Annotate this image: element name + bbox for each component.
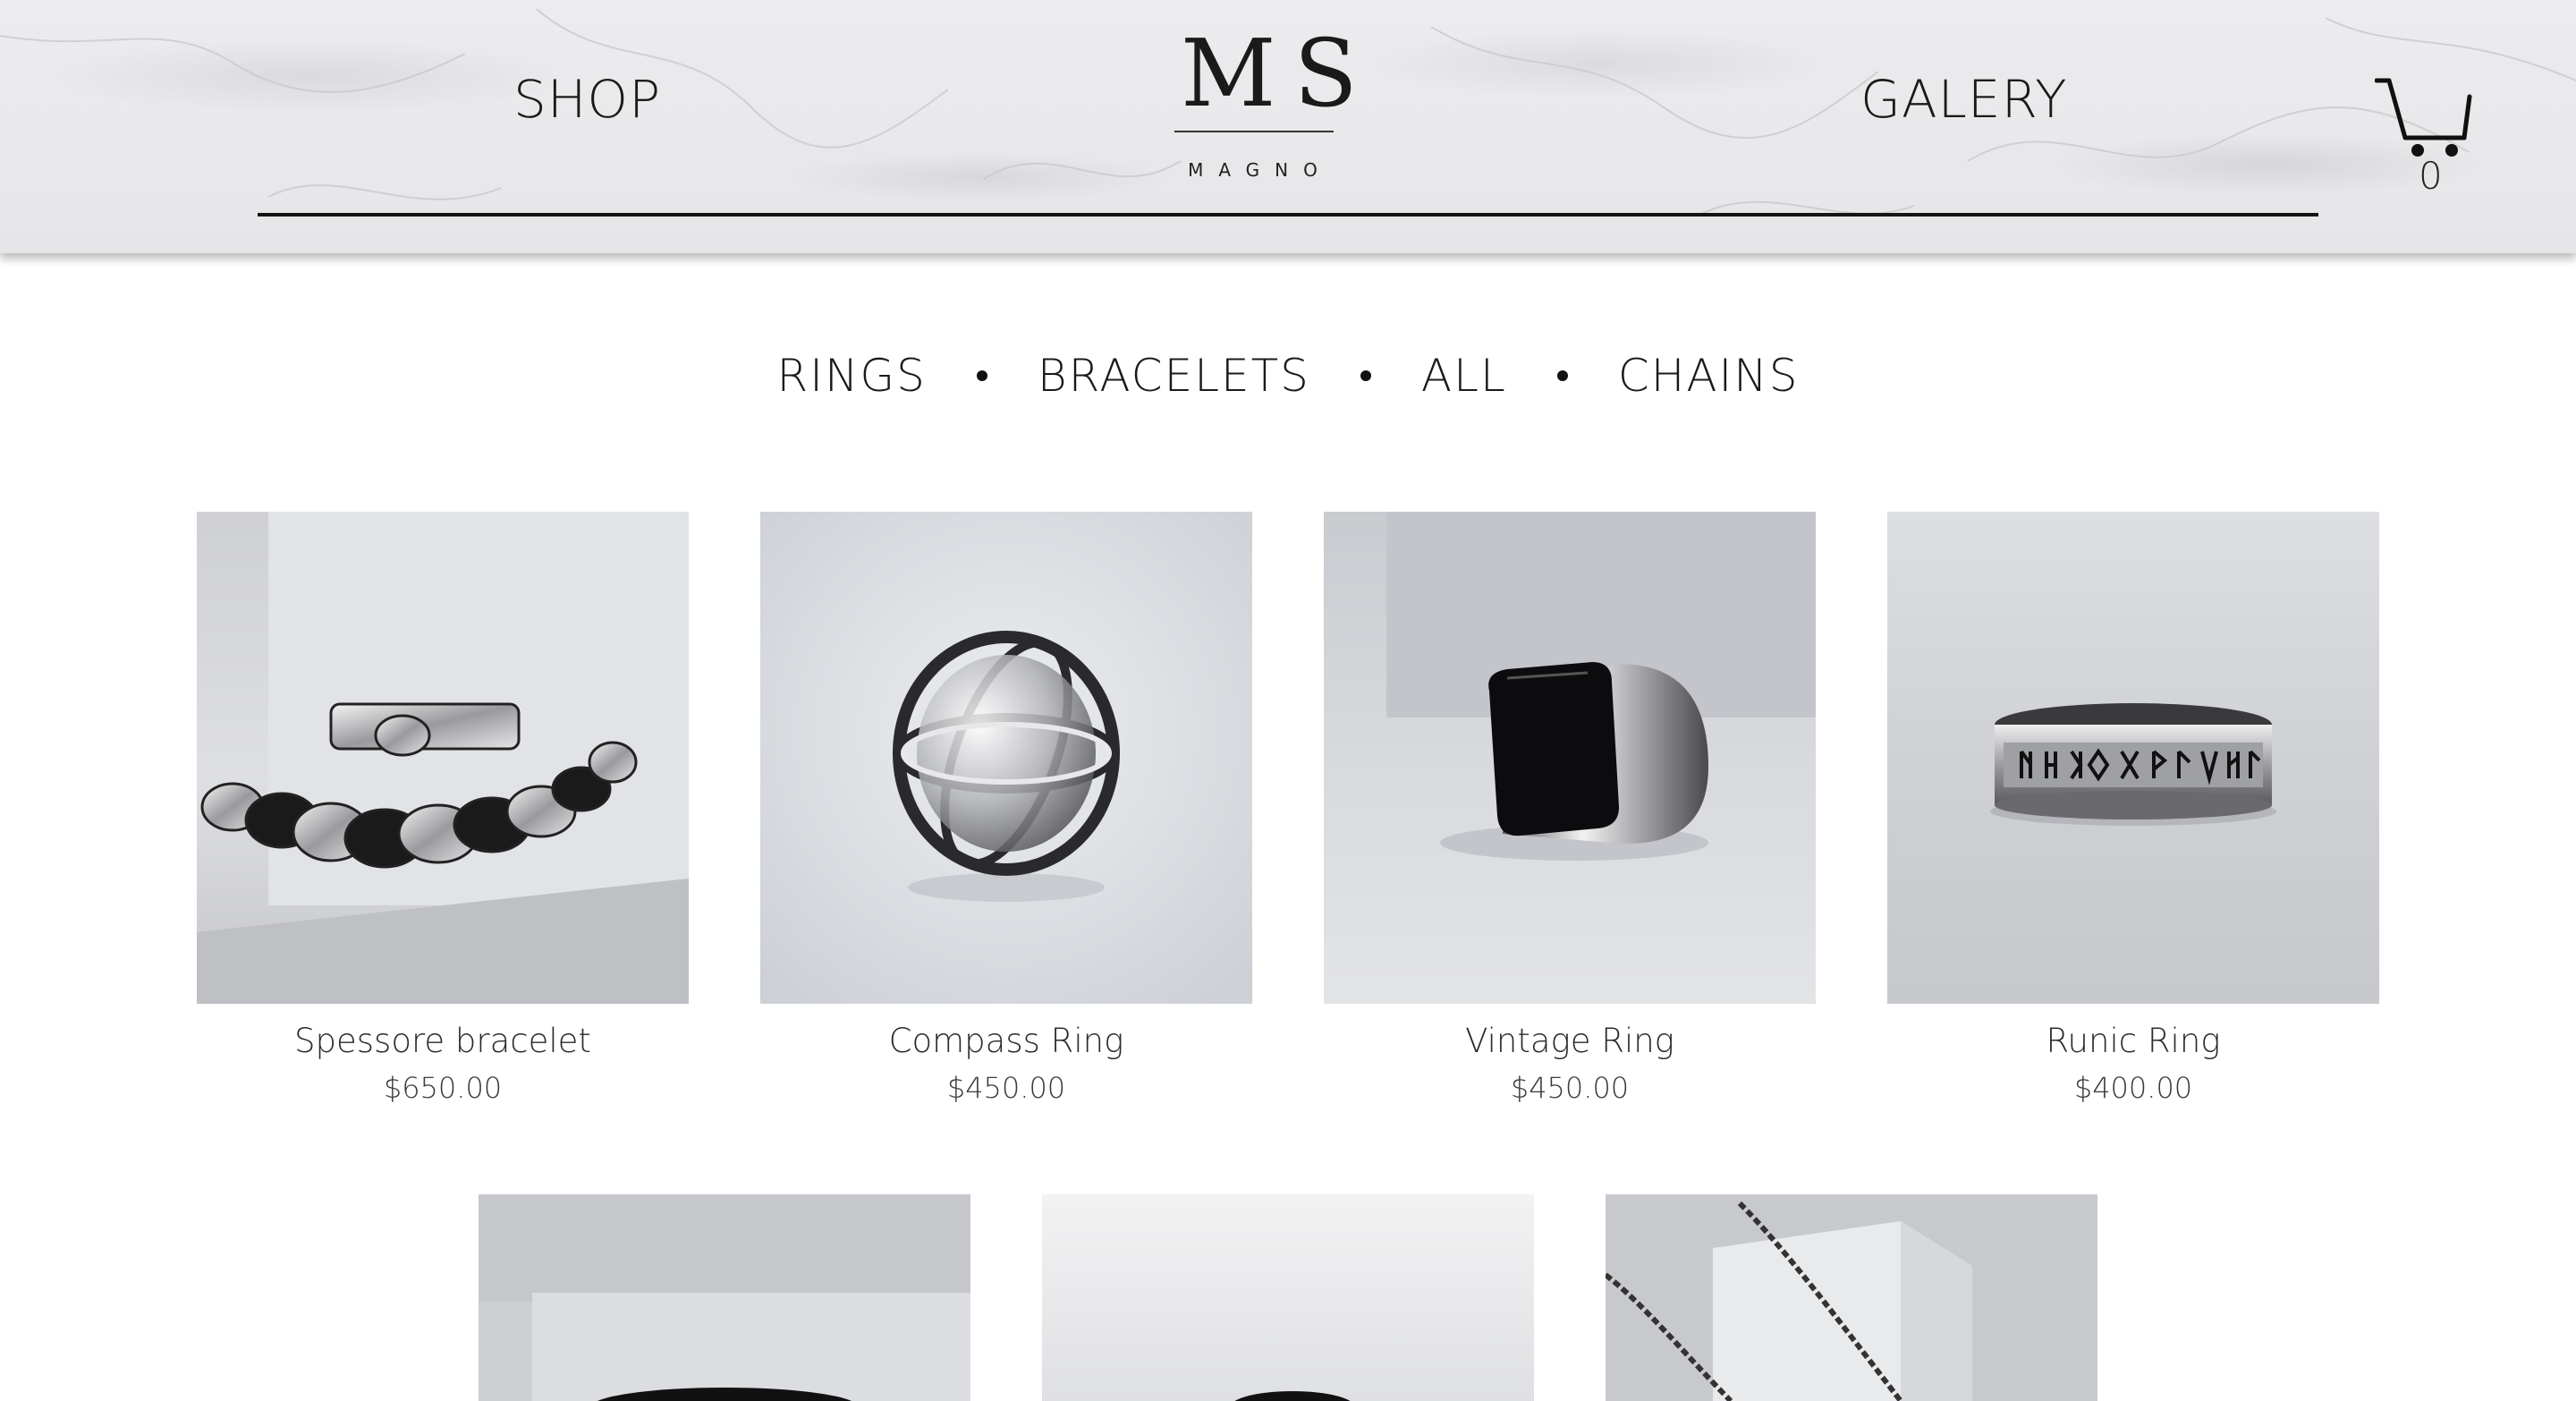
product-card[interactable]: Runic Ring $400.00 (1887, 512, 2379, 1104)
product-image[interactable] (1887, 512, 2379, 1004)
product-image[interactable] (479, 1194, 970, 1401)
product-name[interactable]: Compass Ring (760, 1023, 1252, 1060)
product-price: $450.00 (1510, 1070, 1630, 1105)
category-rings[interactable]: RINGS (777, 353, 927, 398)
product-card[interactable]: Compass Ring $450.00 (760, 512, 1252, 1104)
product-name[interactable]: Vintage Ring (1324, 1023, 1816, 1060)
nav-separator (976, 370, 987, 381)
category-all[interactable]: ALL (1421, 353, 1507, 398)
nav-separator (1556, 370, 1568, 381)
product-name[interactable]: Spessore bracelet (197, 1023, 689, 1060)
nav-galery[interactable]: GALERY (1860, 73, 2068, 125)
cart-count: 0 (2419, 154, 2443, 198)
product-price: $650.00 (383, 1070, 503, 1105)
nav-separator (1360, 370, 1371, 381)
logo-mark: MS (1181, 19, 1376, 128)
product-card[interactable] (479, 1194, 970, 1401)
product-image[interactable] (1606, 1194, 2097, 1401)
product-card[interactable]: Vintage Ring $450.00 (1324, 512, 1816, 1104)
product-price: $400.00 (2073, 1070, 2193, 1105)
product-name[interactable]: Runic Ring (1887, 1023, 2379, 1060)
product-image[interactable] (197, 512, 689, 1004)
brand-logo[interactable]: MS MAGNO (1172, 19, 1376, 183)
category-nav: RINGS BRACELETS ALL CHAINS (0, 353, 2576, 398)
nav-shop[interactable]: SHOP (513, 73, 661, 125)
product-image[interactable] (760, 512, 1252, 1004)
product-image[interactable] (1324, 512, 1816, 1004)
header-rule (258, 213, 2318, 217)
logo-divider (1174, 131, 1334, 132)
logo-wordmark: MAGNO (1188, 159, 1333, 181)
product-card[interactable] (1606, 1194, 2097, 1401)
product-image[interactable] (1042, 1194, 1534, 1401)
product-card[interactable] (1042, 1194, 1534, 1401)
site-header: SHOP MS MAGNO GALERY 0 (0, 0, 2576, 253)
category-bracelets[interactable]: BRACELETS (1038, 353, 1310, 398)
product-card[interactable]: Spessore bracelet $650.00 (197, 512, 689, 1104)
product-price: $450.00 (946, 1070, 1066, 1105)
category-chains[interactable]: CHAINS (1618, 353, 1800, 398)
